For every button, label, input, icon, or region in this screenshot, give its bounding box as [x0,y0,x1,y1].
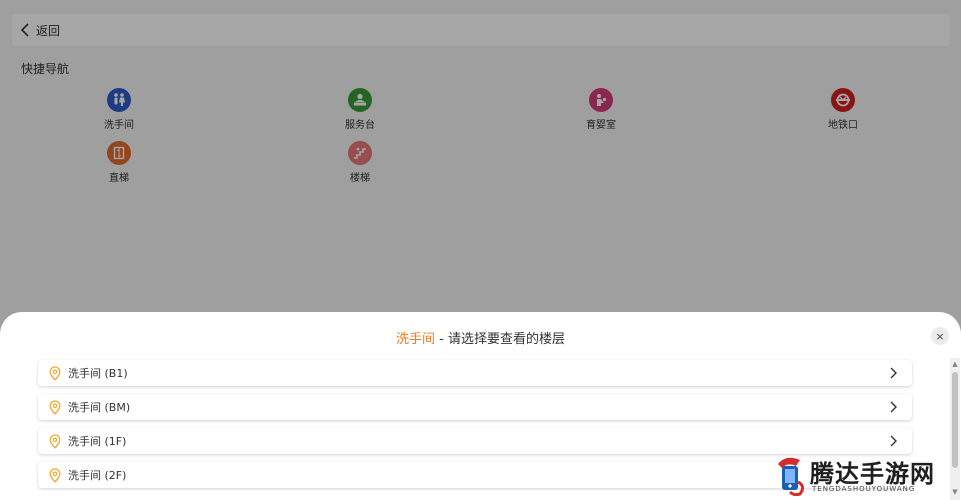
sheet-title-rest: - 请选择要查看的楼层 [435,332,565,347]
sheet-title: 洗手间 - 请选择要查看的楼层 [0,328,961,347]
location-pin-icon [48,433,62,449]
chevron-right-icon [888,365,898,381]
floor-item-1f[interactable]: 洗手间 (1F) [38,428,912,454]
floor-label: 洗手间 (B1) [68,367,128,380]
watermark-title: 腾达手游网 [810,460,935,488]
chevron-right-icon [888,433,898,449]
location-pin-icon [48,399,62,415]
floor-item-bm[interactable]: 洗手间 (BM) [38,394,912,420]
floor-label: 洗手间 (2F) [68,469,127,482]
floor-label: 洗手间 (1F) [68,435,127,448]
location-pin-icon [48,467,62,483]
watermark-logo-icon [778,457,805,496]
sheet-title-highlight: 洗手间 [396,332,436,347]
scroll-up-arrow-icon[interactable]: ▲ [952,360,958,368]
chevron-right-icon [888,399,898,415]
close-button[interactable]: × [931,327,949,345]
location-pin-icon [48,365,62,381]
watermark: 腾达手游网 TENGDASHOUYOUWANG [772,452,958,496]
floor-item-b1[interactable]: 洗手间 (B1) [38,360,912,386]
watermark-subtitle: TENGDASHOUYOUWANG [812,485,916,493]
floor-label: 洗手间 (BM) [68,401,131,414]
